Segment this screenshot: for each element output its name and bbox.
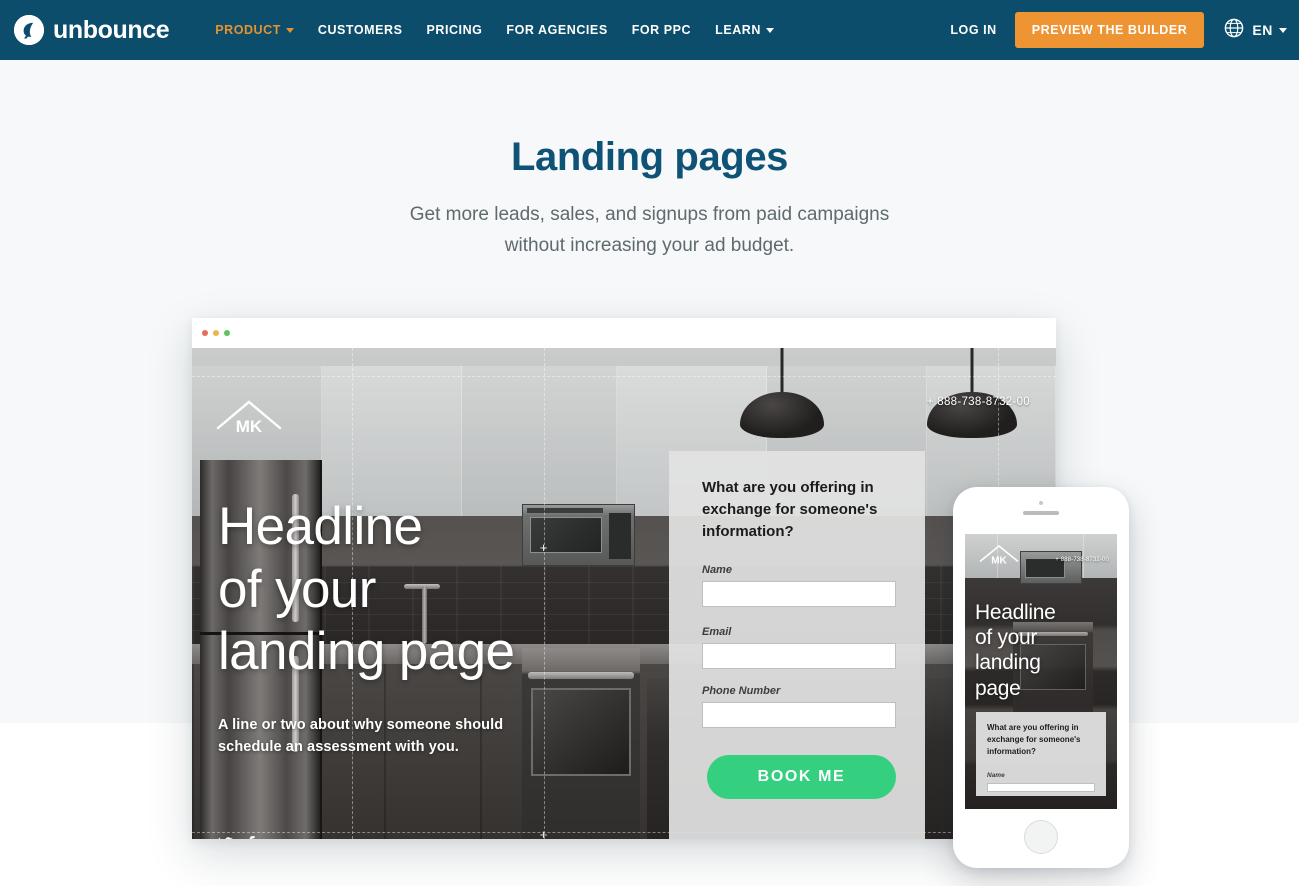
window-close-dot-icon [202, 330, 208, 336]
page-title: Landing pages [510, 135, 789, 179]
chevron-down-icon [1279, 27, 1287, 33]
subcopy-line-1: A line or two about why someone should [218, 717, 504, 733]
landing-page-headline: Headline of your landing page [218, 496, 515, 684]
phone-camera-icon [1039, 501, 1043, 505]
language-selector[interactable]: EN [1224, 18, 1287, 43]
site-logo[interactable]: unbounce [14, 15, 170, 45]
phone-mockup: MK + 888-738-8732-00 Headline of your la… [953, 487, 1129, 868]
email-input[interactable] [702, 643, 896, 669]
hero-subtitle: Get more leads, sales, and signups from … [0, 199, 1299, 262]
builder-anchor-marker[interactable]: + [538, 828, 549, 839]
chevron-down-icon [285, 27, 294, 33]
builder-guide-line-horizontal [192, 832, 1056, 833]
phone-number-input[interactable] [702, 702, 896, 728]
landing-page-lead-form: What are you offering in exchange for so… [669, 451, 925, 839]
subcopy-line-2: schedule an assessment with you. [218, 738, 459, 755]
page-root: unbounce PRODUCT CUSTOMERS PRICING FOR A… [0, 0, 1299, 886]
svg-text:MK: MK [991, 556, 1007, 567]
chevron-down-icon [765, 27, 774, 33]
nav-item-learn-label: LEARN [715, 23, 761, 37]
phone-landing-page-phone-number: + 888-738-8732-00 [1055, 557, 1109, 563]
phone-form-field-name-label: Name [987, 772, 1005, 779]
nav-item-for-agencies[interactable]: FOR AGENCIES [506, 23, 607, 37]
headline-line-2: of your [218, 559, 376, 619]
form-field-phone: Phone Number [702, 685, 896, 728]
form-field-email: Email [702, 626, 896, 669]
oven-window [531, 688, 631, 776]
svg-text:MK: MK [236, 417, 263, 436]
landing-page-subcopy: A line or two about why someone should s… [218, 715, 503, 759]
nav-item-product-label: PRODUCT [215, 23, 281, 37]
unbounce-leaf-icon [14, 15, 44, 45]
book-me-button[interactable]: BOOK ME [707, 755, 896, 799]
nav-right-section: LOG IN PREVIEW THE BUILDER EN [950, 12, 1287, 48]
phone-speaker-grille [1023, 511, 1059, 515]
primary-nav-links: PRODUCT CUSTOMERS PRICING FOR AGENCIES F… [215, 23, 798, 37]
phone-headline-line-4: page [975, 676, 1021, 700]
lamp-cord [780, 348, 784, 394]
phone-headline-line-2: of your [975, 626, 1038, 650]
form-field-email-label: Email [702, 626, 732, 638]
browser-mockup: + + MK + 888-738-8732-00 Headline of you… [192, 318, 1056, 839]
phone-name-input[interactable] [987, 783, 1095, 792]
language-label: EN [1252, 22, 1273, 38]
oven-appliance [522, 648, 640, 839]
log-in-link[interactable]: LOG IN [950, 23, 996, 37]
phone-home-button[interactable] [1024, 820, 1058, 854]
nav-item-learn[interactable]: LEARN [715, 23, 774, 37]
phone-landing-page-lead-form: What are you offering in exchange for so… [976, 712, 1106, 796]
landing-page-phone-number: + 888-738-8732-00 [926, 396, 1030, 408]
nav-item-pricing[interactable]: PRICING [426, 23, 482, 37]
nav-item-product[interactable]: PRODUCT [215, 23, 294, 37]
phone-microwave-appliance [1020, 551, 1082, 584]
browser-titlebar [192, 318, 1056, 348]
hero-subtitle-line-2: without increasing your ad budget. [504, 235, 795, 257]
builder-guide-line-horizontal [192, 376, 1056, 377]
form-field-name: Name [702, 564, 896, 607]
site-logo-text: unbounce [53, 15, 170, 44]
phone-screen: MK + 888-738-8732-00 Headline of your la… [965, 534, 1117, 809]
upper-cabinet [462, 366, 617, 516]
mk-brand-logo: MK [216, 398, 282, 444]
lamp-cord [970, 348, 974, 394]
form-question-heading: What are you offering in exchange for so… [702, 479, 878, 541]
landing-page-social-links [218, 836, 269, 839]
nav-item-customers[interactable]: CUSTOMERS [318, 23, 403, 37]
hero-section: Landing pages Get more leads, sales, and… [0, 60, 1299, 262]
twitter-icon[interactable] [218, 836, 233, 839]
microwave-control-panel [609, 513, 631, 559]
phone-mk-brand-logo: MK [979, 543, 1019, 571]
microwave-appliance [522, 504, 635, 566]
form-field-name-label: Name [702, 564, 732, 576]
main-navigation-bar: unbounce PRODUCT CUSTOMERS PRICING FOR A… [0, 0, 1299, 60]
window-minimize-dot-icon [213, 330, 219, 336]
globe-icon [1224, 18, 1244, 43]
headline-line-1: Headline [218, 497, 423, 556]
preview-the-builder-button[interactable]: PREVIEW THE BUILDER [1014, 12, 1205, 48]
builder-guide-line-vertical [544, 348, 545, 839]
microwave-vent [527, 508, 603, 513]
name-input[interactable] [702, 581, 896, 607]
phone-cabinet-seam [1083, 534, 1084, 578]
phone-headline-line-1: Headline [975, 601, 1056, 624]
phone-landing-page-headline: Headline of your landing page [975, 600, 1056, 701]
hero-subtitle-line-1: Get more leads, sales, and signups from … [409, 204, 890, 225]
facebook-icon[interactable] [247, 836, 255, 839]
form-field-phone-label: Phone Number [702, 685, 781, 697]
phone-headline-line-3: landing [975, 651, 1041, 675]
headline-line-3: landing page [218, 622, 515, 682]
nav-item-for-ppc[interactable]: FOR PPC [632, 23, 691, 37]
upper-cabinet [322, 366, 462, 516]
window-maximize-dot-icon [224, 330, 230, 336]
browser-viewport: + + MK + 888-738-8732-00 Headline of you… [192, 348, 1056, 839]
phone-form-question-heading: What are you offering in exchange for so… [987, 723, 1081, 756]
builder-anchor-marker[interactable]: + [538, 541, 549, 554]
